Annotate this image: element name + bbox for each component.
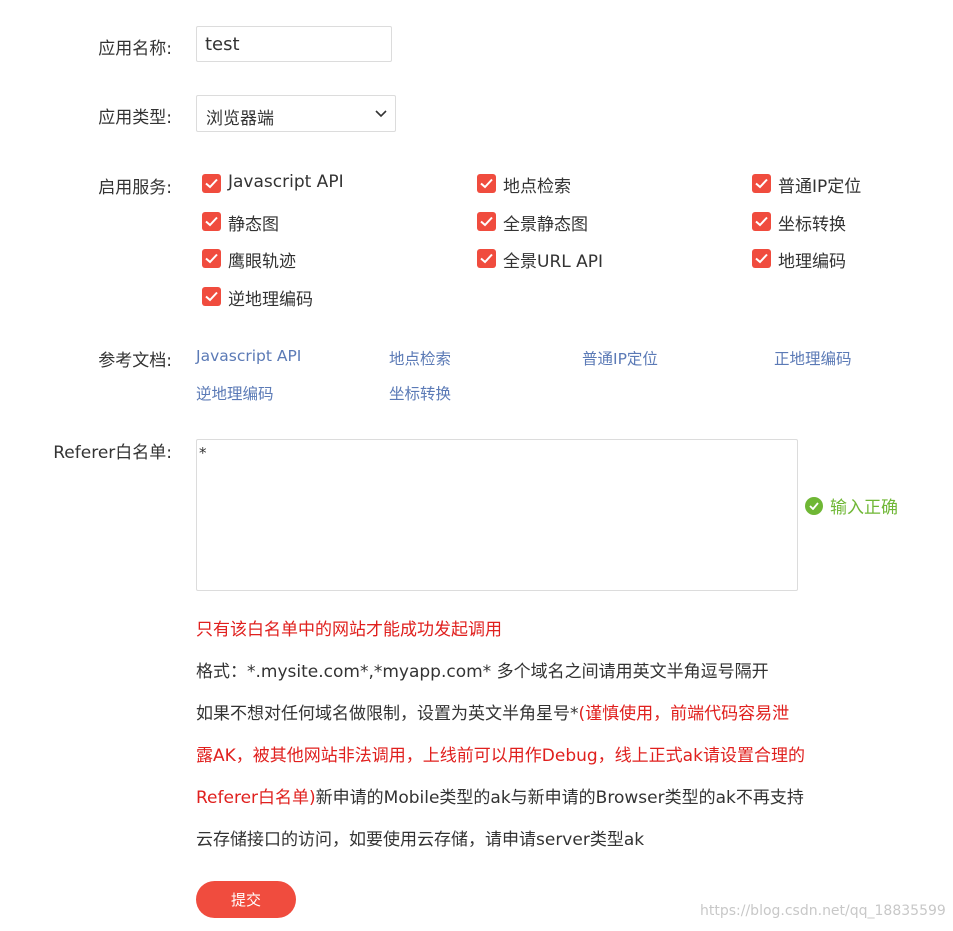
doc-link-coord-convert[interactable]: 坐标转换: [389, 382, 451, 404]
checkbox-checked-icon[interactable]: [752, 212, 771, 231]
chevron-down-icon: [375, 110, 387, 118]
app-name-input[interactable]: [196, 26, 392, 62]
checkbox-checked-icon[interactable]: [202, 174, 221, 193]
referer-label: Referer白名单:: [53, 443, 172, 463]
services-label: 启用服务:: [98, 178, 172, 198]
mobile-browser-text: 新申请的Mobile类型的ak与新申请的Browser类型的ak不再支持: [315, 788, 804, 808]
referer-textarea[interactable]: *: [196, 439, 798, 591]
doc-link-place-search[interactable]: 地点检索: [389, 347, 451, 369]
wildcard-hint-text: 如果不想对任何域名做限制，设置为英文半角星号*: [196, 704, 579, 724]
service-label: Javascript API: [228, 172, 344, 192]
checkbox-checked-icon[interactable]: [202, 249, 221, 268]
checkbox-checked-icon[interactable]: [477, 249, 496, 268]
service-label: 普通IP定位: [778, 177, 862, 197]
app-name-label: 应用名称:: [98, 39, 172, 59]
submit-button[interactable]: 提交: [196, 881, 296, 918]
whitelist-warning: 只有该白名单中的网站才能成功发起调用: [196, 620, 502, 640]
service-label: 全景静态图: [503, 215, 588, 235]
wildcard-hint: 如果不想对任何域名做限制，设置为英文半角星号*(谨慎使用，前端代码容易泄: [196, 699, 789, 724]
service-label: 地理编码: [778, 252, 846, 272]
service-label: 地点检索: [503, 177, 571, 197]
docs-label: 参考文档:: [98, 351, 172, 371]
service-label: 鹰眼轨迹: [228, 252, 296, 272]
wildcard-caution-line: 露AK，被其他网站非法调用，上线前可以用作Debug，线上正式ak请设置合理的: [196, 746, 805, 766]
doc-link-ip-location[interactable]: 普通IP定位: [582, 347, 658, 369]
doc-link-reverse-geocoding[interactable]: 逆地理编码: [196, 382, 274, 404]
app-type-label: 应用类型:: [98, 108, 172, 128]
watermark: https://blog.csdn.net/qq_18835599: [700, 903, 946, 919]
format-hint: 格式：*.mysite.com*,*myapp.com* 多个域名之间请用英文半…: [196, 662, 769, 682]
service-label: 全景URL API: [503, 252, 604, 272]
checkbox-checked-icon[interactable]: [752, 174, 771, 193]
checkbox-checked-icon[interactable]: [477, 174, 496, 193]
checkbox-checked-icon[interactable]: [202, 287, 221, 306]
checkbox-checked-icon[interactable]: [752, 249, 771, 268]
check-circle-icon: [805, 497, 823, 515]
app-type-selected-value: 浏览器端: [206, 109, 274, 129]
checkbox-checked-icon[interactable]: [477, 212, 496, 231]
wildcard-caution-end: Referer白名单): [196, 788, 316, 808]
mobile-browser-note: Referer白名单)新申请的Mobile类型的ak与新申请的Browser类型…: [196, 783, 804, 808]
service-label: 静态图: [228, 215, 279, 235]
cloud-storage-note: 云存储接口的访问，如要使用云存储，请申请server类型ak: [196, 830, 645, 850]
doc-link-geocoding[interactable]: 正地理编码: [774, 347, 852, 369]
doc-link-javascript-api[interactable]: Javascript API: [196, 347, 301, 365]
service-label: 逆地理编码: [228, 290, 313, 310]
wildcard-caution: (谨慎使用，前端代码容易泄: [578, 704, 790, 724]
service-label: 坐标转换: [778, 215, 846, 235]
app-type-select[interactable]: 浏览器端: [196, 95, 396, 132]
validation-text: 输入正确: [830, 498, 898, 518]
checkbox-checked-icon[interactable]: [202, 212, 221, 231]
